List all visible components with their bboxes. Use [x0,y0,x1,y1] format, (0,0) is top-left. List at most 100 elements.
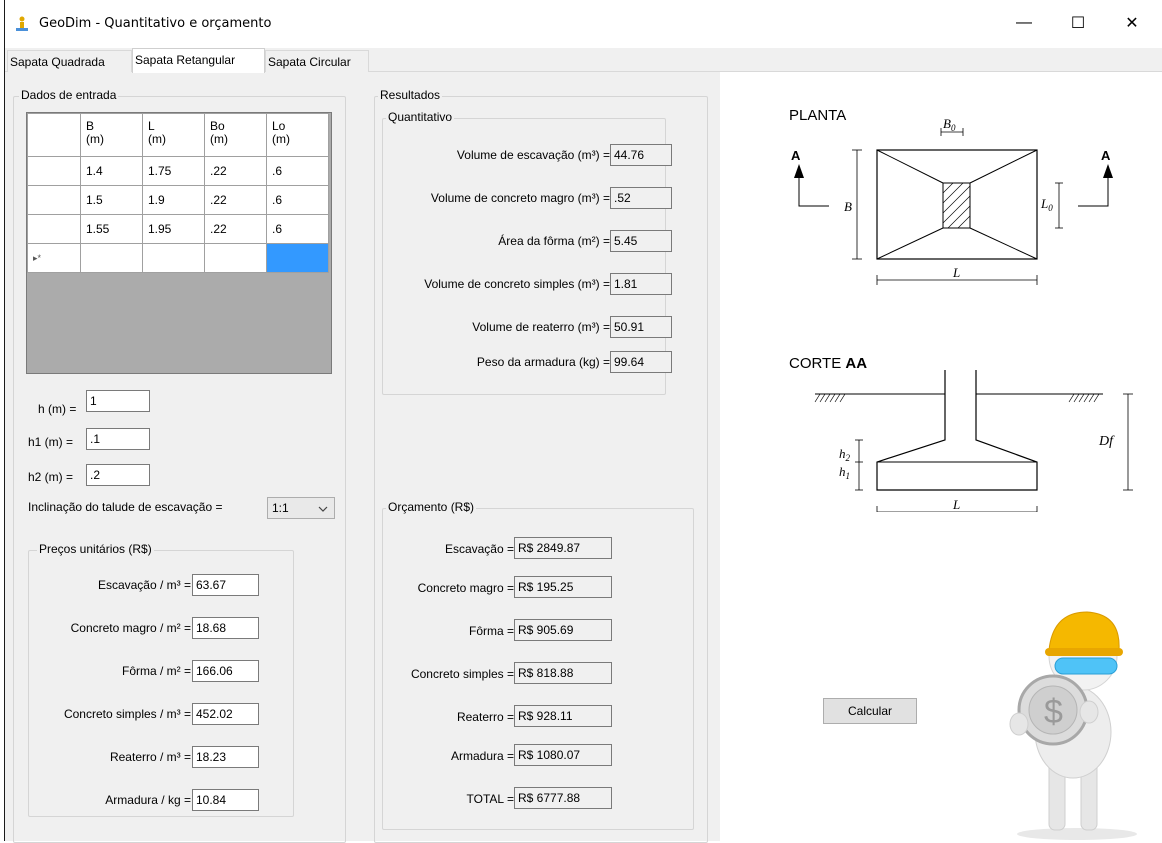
pillar-hatch [942,182,971,229]
grid-corner [27,113,81,157]
close-button[interactable]: ✕ [1109,0,1155,46]
new-row[interactable]: ▸* [27,243,329,273]
grid-cell[interactable]: 1.95 [142,214,205,244]
h-label: h (m) = [38,402,77,416]
arrow-up-icon [794,164,804,178]
grid-cell-selected[interactable] [266,243,329,273]
price-input-reaterro[interactable]: 18.23 [192,746,259,768]
quant-title: Quantitativo [386,110,455,124]
new-row-marker[interactable]: ▸* [27,243,81,273]
chevron-down-icon [318,506,328,512]
tab-content: Dados de entrada B (m) L (m) Bo (m) Lo (m) 1… [5,72,1162,843]
grid-cell[interactable]: .22 [204,214,267,244]
grid-cell[interactable]: .6 [266,214,329,244]
maximize-button[interactable]: ☐ [1055,0,1101,46]
plan-diagonals [876,149,1038,260]
svg-text:$: $ [1044,693,1063,731]
grid-cell[interactable] [204,243,267,273]
table-row[interactable]: 1.5 1.9 .22 .6 [27,185,329,215]
row-header[interactable] [27,156,81,186]
quant-value-concreto-simples: 1.81 [610,273,672,295]
slope-label: Inclinação do talude de escavação = [28,500,223,514]
grid-cell[interactable]: .6 [266,185,329,215]
row-header[interactable] [27,185,81,215]
grid-cell[interactable]: 1.55 [80,214,143,244]
budget-label-escavacao: Escavação = [444,542,514,556]
grid-cell[interactable]: .22 [204,185,267,215]
section-line-right [1078,178,1109,207]
budget-label-concreto-magro: Concreto magro = [417,581,514,595]
grid-cell[interactable]: 1.4 [80,156,143,186]
quant-label-armadura: Peso da armadura (kg) = [476,355,610,369]
price-label-concreto-simples: Concreto simples / m³ = [63,707,191,721]
quant-value-forma: 5.45 [610,230,672,252]
budget-label-reaterro: Reaterro = [456,710,514,724]
left-panel: Dados de entrada B (m) L (m) Bo (m) Lo (m) 1… [5,72,370,843]
quant-label-escavacao: Volume de escavação (m³) = [456,148,610,162]
price-input-escavacao[interactable]: 63.67 [192,574,259,596]
section-outline [876,370,1038,491]
grid-header-row: B (m) L (m) Bo (m) Lo (m) [27,113,329,157]
column-header-lo[interactable]: Lo (m) [266,113,329,157]
column-header-l[interactable]: L (m) [142,113,205,157]
price-input-forma[interactable]: 166.06 [192,660,259,682]
price-input-armadura[interactable]: 10.84 [192,789,259,811]
grid-cell[interactable]: 1.9 [142,185,205,215]
price-label-forma: Fôrma / m² = [121,664,191,678]
section-marker-right: A [1101,148,1111,163]
price-label-concreto-magro: Concreto magro / m² = [70,621,191,635]
table-row[interactable]: 1.55 1.95 .22 .6 [27,214,329,244]
title-bar: GeoDim - Quantitativo e orçamento — ☐ ✕ [5,0,1162,46]
app-window: GeoDim - Quantitativo e orçamento — ☐ ✕ … [4,0,1162,843]
section-title: CORTE AA [789,355,867,372]
h2-label: h2 (m) = [28,470,74,484]
price-input-concreto-simples[interactable]: 452.02 [192,703,259,725]
h2-input[interactable]: .2 [86,464,150,486]
tab-sapata-quadrada[interactable]: Sapata Quadrada [7,50,132,73]
budget-title: Orçamento (R$) [386,500,477,514]
grid-cell[interactable]: 1.5 [80,185,143,215]
budget-value-armadura: R$ 1080.07 [514,744,612,766]
grid-cell[interactable] [142,243,205,273]
h1-input[interactable]: .1 [86,428,150,450]
row-header[interactable] [27,214,81,244]
app-icon [16,16,28,31]
grid-cell[interactable]: 1.75 [142,156,205,186]
budget-label-total: TOTAL = [466,792,514,806]
section-marker-left: A [791,148,801,163]
slope-select-value: 1:1 [272,501,289,515]
price-input-concreto-magro[interactable]: 18.68 [192,617,259,639]
minimize-button[interactable]: — [1001,0,1047,46]
grid-cell[interactable]: .6 [266,156,329,186]
h-input[interactable]: 1 [86,390,150,412]
quant-value-reaterro: 50.91 [610,316,672,338]
unit-prices-title: Preços unitários (R$) [37,542,154,556]
quant-value-concreto-magro: .52 [610,187,672,209]
price-label-armadura: Armadura / kg = [105,793,191,807]
quant-value-armadura: 99.64 [610,351,672,373]
calculate-button[interactable]: Calcular [823,698,917,724]
ground-hatch-right [1068,393,1100,403]
grid-cell[interactable]: .22 [204,156,267,186]
plan-outline [876,149,1038,260]
quant-value-escavacao: 44.76 [610,144,672,166]
b0-label: B0 [943,116,956,133]
input-group-title: Dados de entrada [19,88,119,102]
column-header-b[interactable]: B (m) [80,113,143,157]
budget-value-escavacao: R$ 2849.87 [514,537,612,559]
column-header-bo[interactable]: Bo (m) [204,113,267,157]
tab-sapata-circular[interactable]: Sapata Circular [265,50,369,73]
input-data-grid[interactable]: B (m) L (m) Bo (m) Lo (m) 1.4 1.75 .22 .6 [26,112,332,374]
tab-sapata-retangular[interactable]: Sapata Retangular [132,48,265,73]
l-label: L [952,265,960,280]
quant-label-reaterro: Volume de reaterro (m³) = [472,320,610,334]
slope-select[interactable]: 1:1 [267,497,335,519]
h1-label: h1 [839,464,850,481]
window-title: GeoDim - Quantitativo e orçamento [39,16,272,31]
b-label: B [844,199,852,214]
worker-mascot-icon: $ [1009,611,1137,840]
table-row[interactable]: 1.4 1.75 .22 .6 [27,156,329,186]
grid-cell[interactable] [80,243,143,273]
budget-value-concreto-simples: R$ 818.88 [514,662,612,684]
results-panel: Resultados Quantitativo Volume de escava… [370,72,720,843]
